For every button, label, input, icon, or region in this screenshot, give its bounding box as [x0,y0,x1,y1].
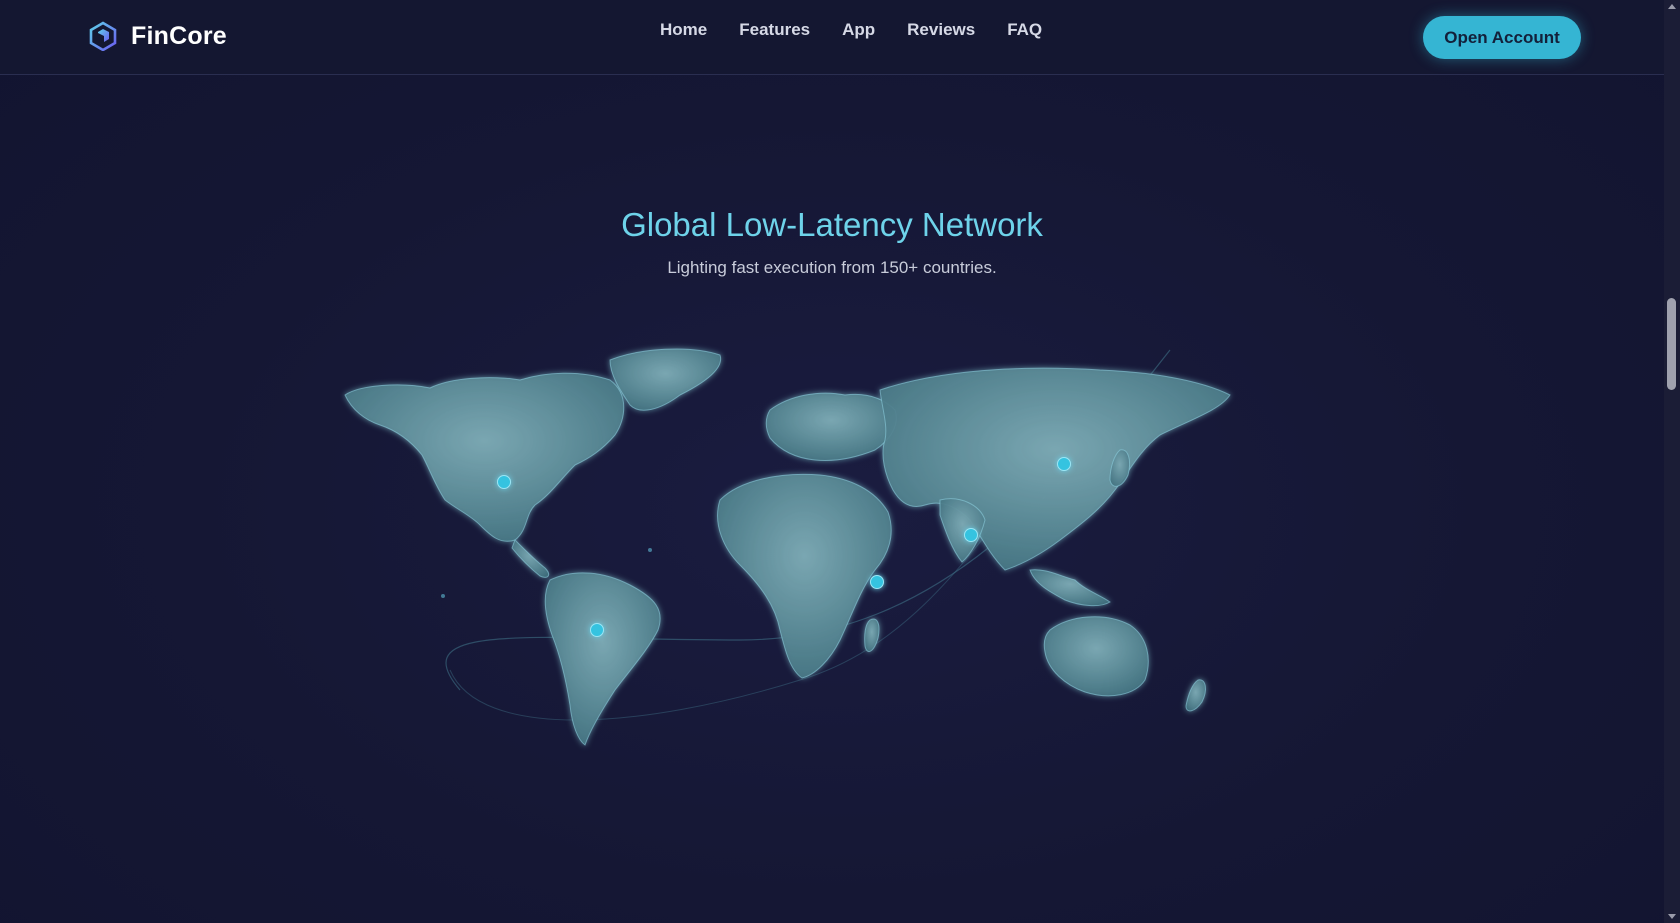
scroll-up-arrow-icon[interactable] [1668,4,1676,9]
section-title: Global Low-Latency Network [621,206,1043,243]
network-node[interactable] [1057,457,1071,471]
continent-north-america [344,372,625,542]
region-southeast-asia [1029,569,1111,607]
top-navbar: FinCore Home Features App Reviews FAQ Op… [0,0,1664,75]
nav-link-reviews[interactable]: Reviews [907,20,975,40]
nav-link-features[interactable]: Features [739,20,810,40]
continent-central-america [511,539,550,578]
brand-name: FinCore [131,21,227,50]
island-new-zealand [1185,679,1206,712]
network-node[interactable] [497,475,511,489]
scroll-thumb[interactable] [1667,298,1676,390]
section-subtitle: Lighting fast execution from 150+ countr… [667,258,997,277]
open-account-button[interactable]: Open Account [1423,16,1581,59]
page-scrollbar[interactable] [1664,0,1680,923]
continent-australia [1043,616,1149,697]
sparkle-dot [441,594,445,598]
network-node[interactable] [870,575,884,589]
network-node[interactable] [964,528,978,542]
page: FinCore Home Features App Reviews FAQ Op… [0,0,1680,923]
sparkle-dot [648,548,652,552]
network-node[interactable] [590,623,604,637]
world-map-graphic [344,348,1231,746]
nav-link-app[interactable]: App [842,20,875,40]
continent-greenland [609,348,722,411]
nav-link-home[interactable]: Home [660,20,707,40]
island-madagascar [864,618,880,653]
continent-asia [879,367,1231,571]
main-nav: Home Features App Reviews FAQ [660,20,1074,40]
hexagon-logo-icon [89,21,117,51]
world-map [340,340,1320,810]
nav-link-faq[interactable]: FAQ [1007,20,1042,40]
continent-europe [765,392,897,461]
brand[interactable]: FinCore [89,21,227,51]
scroll-down-arrow-icon[interactable] [1668,914,1676,919]
